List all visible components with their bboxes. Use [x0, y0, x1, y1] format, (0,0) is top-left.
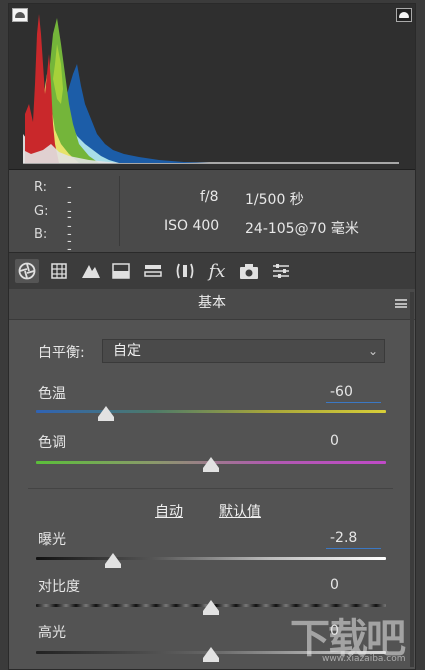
panel-menu-icon[interactable]	[395, 299, 407, 308]
tint-label: 色调	[38, 435, 66, 451]
b-readout: B:---	[34, 227, 72, 272]
temp-slider-thumb[interactable]	[98, 406, 114, 421]
grid-icon[interactable]	[47, 259, 71, 283]
auto-link[interactable]: 自动	[155, 501, 183, 521]
info-divider	[119, 176, 120, 246]
fx-icon[interactable]: fx	[205, 259, 229, 283]
wb-label: 白平衡:	[38, 345, 85, 361]
shutter-value: 1/500 秒	[245, 192, 304, 208]
aperture-value: f/8	[200, 189, 219, 205]
exposure-label: 曝光	[38, 532, 66, 548]
chevron-down-icon: ⌄	[367, 344, 378, 358]
contrast-label: 对比度	[38, 579, 80, 595]
panel-title: 基本	[9, 289, 415, 320]
split-toning-icon[interactable]	[109, 259, 133, 283]
histogram	[9, 4, 415, 170]
lens-value: 24-105@70 毫米	[245, 221, 359, 237]
temp-value[interactable]: -60	[326, 383, 381, 403]
exposure-value[interactable]: -2.8	[326, 529, 381, 549]
tint-value[interactable]: 0	[326, 432, 381, 452]
tint-slider-thumb[interactable]	[203, 457, 219, 472]
image-info: R:--- G:--- B:--- f/8 1/500 秒 ISO 400 24…	[9, 170, 415, 272]
exposure-slider-track[interactable]	[36, 557, 386, 560]
camera-icon[interactable]	[237, 259, 261, 283]
iso-value: ISO 400	[164, 218, 220, 234]
g-readout: G: ---	[34, 204, 72, 249]
contrast-value[interactable]: 0	[326, 576, 381, 596]
hsl-icon[interactable]	[141, 259, 165, 283]
highlights-label: 高光	[38, 625, 66, 641]
highlights-slider-thumb[interactable]	[203, 647, 219, 662]
temp-slider-track[interactable]	[36, 410, 386, 413]
histogram-graph	[23, 14, 399, 164]
aperture-icon[interactable]	[15, 259, 39, 283]
shadow-clipping-toggle[interactable]	[12, 8, 28, 22]
mountain-icon[interactable]	[79, 259, 103, 283]
contrast-slider-thumb[interactable]	[203, 600, 219, 615]
highlight-clipping-toggle[interactable]	[396, 8, 412, 22]
r-readout: R: ---	[34, 180, 72, 225]
wb-select[interactable]: 自定 ⌄	[102, 339, 385, 363]
exposure-slider-thumb[interactable]	[105, 553, 121, 568]
panel-tabs: fx	[9, 252, 415, 290]
sliders-icon[interactable]	[269, 259, 293, 283]
default-link[interactable]: 默认值	[219, 501, 261, 521]
lens-icon[interactable]	[173, 259, 197, 283]
watermark: 下载吧 www.xiazaiba.com	[290, 616, 406, 664]
temp-label: 色温	[38, 386, 66, 402]
section-divider	[28, 488, 393, 489]
